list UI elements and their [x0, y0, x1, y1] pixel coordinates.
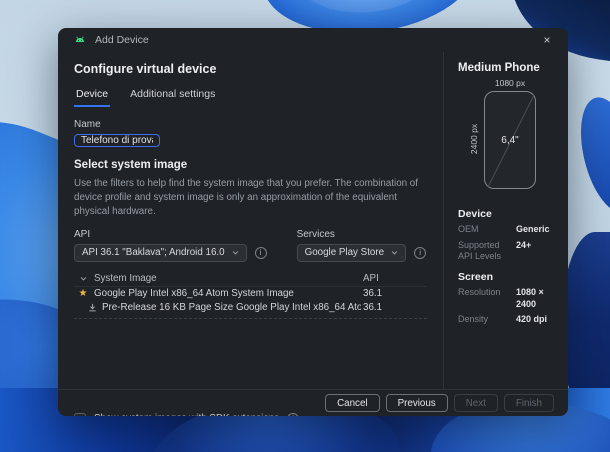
device-section-heading: Device [458, 208, 492, 220]
tab-device[interactable]: Device [74, 86, 111, 107]
detail-row-resolution: Resolution 1080 × 2400 [458, 287, 556, 310]
dialog-footer: Cancel Previous Next Finish [58, 389, 568, 416]
desktop-background: Add Device × Configure virtual device De… [0, 0, 610, 452]
previous-button[interactable]: Previous [385, 394, 448, 412]
oem-value: Generic [516, 224, 550, 234]
phone-outline: 6,4" [484, 91, 536, 189]
cancel-button[interactable]: Cancel [325, 394, 380, 412]
device-details-panel: Medium Phone 1080 px 2400 px 6,4" Device… [443, 52, 568, 389]
system-image-api: 36.1 [363, 288, 383, 300]
device-profile-title: Medium Phone [458, 62, 540, 74]
system-image-name: Google Play Intel x86_64 Atom System Ima… [94, 288, 294, 300]
next-button[interactable]: Next [453, 394, 498, 412]
name-label: Name [74, 119, 101, 130]
system-image-description: Use the filters to help find the system … [74, 178, 418, 217]
resolution-label: Resolution [458, 287, 501, 298]
system-image-api: 36.1 [363, 302, 383, 314]
table-row-pre-release[interactable]: Pre-Release 16 KB Page Size Google Play … [74, 301, 427, 315]
detail-row-density: Density 420 dpi [458, 314, 556, 326]
chevron-down-icon [391, 251, 398, 255]
api-filter-select[interactable]: API 36.1 "Baklava"; Android 16.0 [74, 243, 247, 262]
supported-api-label: Supported API Levels [458, 239, 502, 262]
filter-row: API API 36.1 "Baklava"; Android 16.0 Ser… [74, 229, 427, 262]
dialog-titlebar: Add Device × [58, 28, 568, 52]
star-icon[interactable]: ★ [76, 288, 90, 299]
density-value: 420 dpi [516, 314, 548, 325]
system-image-table: System Image API ★ Google Play Intel x86… [74, 272, 427, 319]
table-divider [74, 317, 427, 319]
phone-diagram: 1080 px 2400 px 6,4" [458, 78, 556, 200]
phone-width-label: 1080 px [494, 78, 526, 88]
services-filter-value: Google Play Store [304, 247, 385, 259]
api-info-icon[interactable] [254, 246, 267, 259]
api-filter-label: API [74, 228, 91, 240]
density-label: Density [458, 314, 489, 325]
detail-row-supported-api: Supported API Levels 24+ [458, 240, 556, 263]
tab-additional-settings[interactable]: Additional settings [128, 86, 217, 107]
main-panel: Configure virtual device Device Addition… [58, 52, 443, 416]
android-icon [76, 36, 84, 42]
system-image-name: Pre-Release 16 KB Page Size Google Play … [102, 302, 361, 314]
table-header: System Image API [74, 272, 427, 287]
resolution-value: 1080 × 2400 [516, 287, 544, 309]
select-system-image-heading: Select system image [74, 159, 188, 171]
finish-button[interactable]: Finish [503, 394, 554, 412]
dialog-title: Add Device [95, 34, 149, 46]
tab-bar: Device Additional settings [74, 86, 427, 107]
name-input[interactable] [74, 134, 160, 147]
page-title: Configure virtual device [74, 62, 217, 76]
column-header-api[interactable]: API [361, 273, 427, 284]
oem-label: OEM [458, 224, 479, 234]
close-icon[interactable]: × [538, 31, 556, 49]
phone-diagonal-label: 6,4" [501, 134, 519, 146]
services-filter-select[interactable]: Google Play Store [296, 243, 407, 262]
screen-section-heading: Screen [458, 271, 494, 284]
supported-api-value: 24+ [516, 239, 532, 250]
chevron-down-icon [232, 251, 238, 255]
table-row-google-play[interactable]: ★ Google Play Intel x86_64 Atom System I… [74, 287, 427, 301]
phone-height-label: 2400 px [469, 123, 479, 155]
services-info-icon[interactable] [414, 246, 427, 259]
add-device-dialog: Add Device × Configure virtual device De… [58, 28, 568, 416]
services-filter-label: Services [296, 228, 335, 240]
column-header-system-image[interactable]: System Image [94, 273, 361, 284]
wallpaper-shape [570, 91, 610, 219]
api-filter-value: API 36.1 "Baklava"; Android 16.0 [82, 247, 225, 259]
chevron-down-icon[interactable] [76, 275, 90, 282]
download-icon[interactable] [86, 303, 98, 312]
detail-row-oem: OEM Generic [458, 224, 556, 236]
